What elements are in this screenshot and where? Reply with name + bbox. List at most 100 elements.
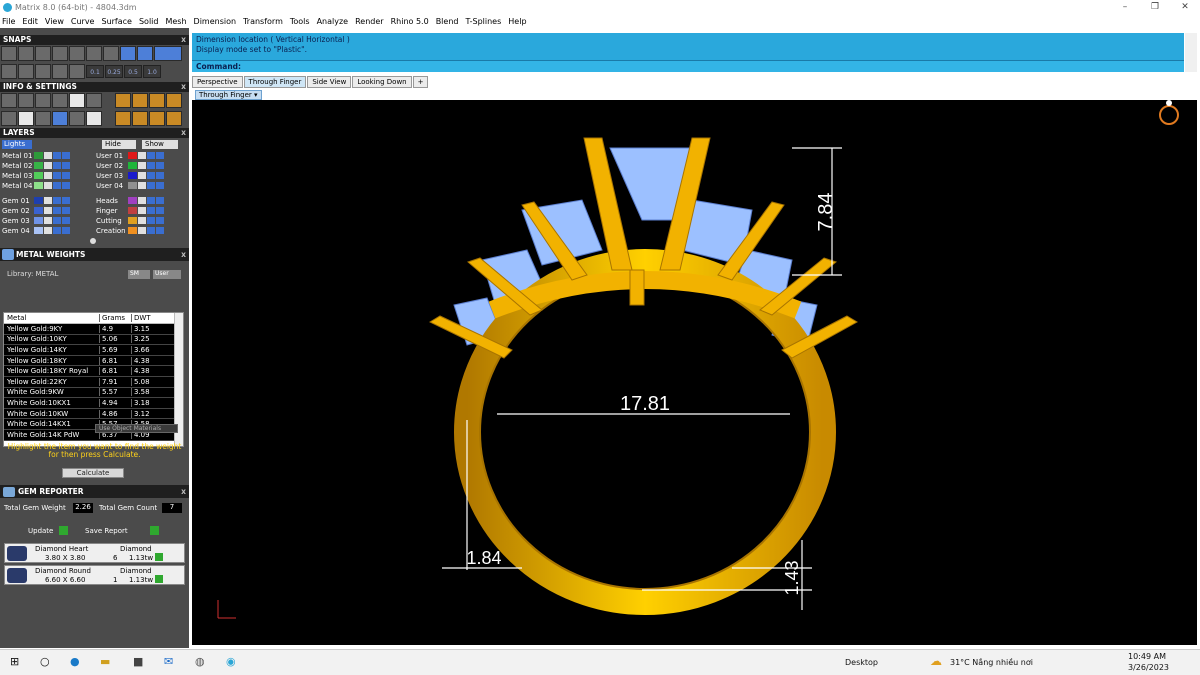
page-icon[interactable] — [52, 111, 68, 126]
snap-intersect-icon[interactable] — [103, 46, 119, 61]
layer-color-swatch[interactable] — [34, 217, 43, 224]
prong-icon[interactable] — [149, 111, 165, 126]
layer-row[interactable]: Heads — [96, 196, 165, 205]
clock-date[interactable]: 3/26/2023 — [1128, 663, 1169, 672]
snap-ortho-icon[interactable] — [154, 46, 182, 61]
layer-row[interactable]: Cutting — [96, 216, 165, 225]
table-row[interactable]: Yellow Gold:9KY 4.9 3.15 — [4, 324, 183, 335]
visible-icon[interactable] — [147, 152, 155, 159]
close-icon[interactable]: x — [181, 82, 186, 92]
visible-icon[interactable] — [53, 162, 61, 169]
visible-icon[interactable] — [147, 162, 155, 169]
layer-color-swatch[interactable] — [128, 152, 137, 159]
command-scrollbar[interactable] — [1185, 33, 1197, 72]
tab-through-finger[interactable]: Through Finger — [243, 76, 307, 88]
menu-rhino[interactable]: Rhino 5.0 — [391, 17, 429, 26]
object-icon[interactable] — [35, 111, 51, 126]
sm-toggle[interactable]: SM — [128, 270, 150, 279]
measure-icon[interactable] — [69, 111, 85, 126]
layer-color-swatch[interactable] — [128, 162, 137, 169]
panel-collapse-icon[interactable] — [90, 238, 96, 244]
layer-color-swatch[interactable] — [34, 227, 43, 234]
hide-button[interactable]: Hide — [102, 140, 136, 149]
light-icon[interactable] — [149, 93, 165, 108]
lock-icon[interactable] — [44, 207, 52, 214]
tab-perspective[interactable]: Perspective — [192, 76, 243, 88]
visible-icon[interactable] — [147, 197, 155, 204]
material-icon[interactable] — [132, 93, 148, 108]
snap-value-0[interactable]: 0.1 — [86, 65, 104, 78]
select-icon[interactable] — [62, 162, 70, 169]
select-icon[interactable] — [62, 227, 70, 234]
lock-icon[interactable] — [44, 152, 52, 159]
snap-center-icon[interactable] — [86, 46, 102, 61]
snap-value-2[interactable]: 0.5 — [124, 65, 142, 78]
visible-icon[interactable] — [147, 172, 155, 179]
menu-curve[interactable]: Curve — [71, 17, 95, 26]
select-icon[interactable] — [62, 217, 70, 224]
table-row[interactable]: White Gold:10KW 4.86 3.12 — [4, 408, 183, 420]
menu-help[interactable]: Help — [508, 17, 526, 26]
snap-value-1[interactable]: 0.25 — [105, 65, 123, 78]
viewport[interactable]: 17.81 7.84 1.84 1.43 — [192, 100, 1197, 645]
layer-row[interactable]: Metal 02 — [2, 161, 71, 170]
edit-icon[interactable] — [69, 93, 85, 108]
layer-color-swatch[interactable] — [128, 172, 137, 179]
lock-icon[interactable] — [138, 217, 146, 224]
select-icon[interactable] — [62, 207, 70, 214]
select-icon[interactable] — [156, 227, 164, 234]
layer-color-swatch[interactable] — [34, 207, 43, 214]
ring-icon[interactable] — [1159, 100, 1179, 125]
visible-icon[interactable] — [53, 182, 61, 189]
lock-icon[interactable] — [138, 152, 146, 159]
user-toggle[interactable]: User — [153, 270, 181, 279]
layer-color-swatch[interactable] — [34, 197, 43, 204]
lock-icon[interactable] — [44, 197, 52, 204]
command-input[interactable]: Command: — [192, 60, 1184, 72]
menu-view[interactable]: View — [45, 17, 64, 26]
snap-tan-icon[interactable] — [137, 46, 153, 61]
table-row[interactable]: Yellow Gold:10KY 5.06 3.25 — [4, 334, 183, 346]
visible-icon[interactable] — [53, 207, 61, 214]
desktop-label[interactable]: Desktop — [845, 658, 878, 667]
weather-text[interactable]: 31°C Nắng nhiều nơi — [950, 658, 1033, 667]
visible-icon[interactable] — [53, 152, 61, 159]
close-icon[interactable]: x — [181, 248, 186, 261]
visible-icon[interactable] — [53, 227, 61, 234]
table-row[interactable]: White Gold:10KX1 4.94 3.18 — [4, 398, 183, 409]
menu-solid[interactable]: Solid — [139, 17, 159, 26]
menu-dimension[interactable]: Dimension — [194, 17, 237, 26]
lock-icon[interactable] — [44, 217, 52, 224]
clock-time[interactable]: 10:49 AM — [1128, 652, 1166, 661]
menu-edit[interactable]: Edit — [22, 17, 38, 26]
table-row[interactable]: Yellow Gold:22KY 7.91 5.08 — [4, 376, 183, 388]
select-icon[interactable] — [156, 207, 164, 214]
layers-stack-icon[interactable] — [52, 93, 68, 108]
lock-icon[interactable] — [44, 172, 52, 179]
use-object-materials-checkbox[interactable]: Use Object Materials — [95, 424, 178, 433]
viewport-label[interactable]: Through Finger ▾ — [195, 90, 262, 100]
layer-color-swatch[interactable] — [128, 182, 137, 189]
select-icon[interactable] — [156, 217, 164, 224]
lock-icon[interactable] — [138, 207, 146, 214]
update-go-icon[interactable] — [59, 526, 68, 535]
gem-row[interactable]: Diamond Round 6.60 X 6.60 Diamond 1 1.13tw — [4, 565, 185, 585]
gem-icon[interactable] — [132, 111, 148, 126]
menu-mesh[interactable]: Mesh — [165, 17, 186, 26]
select-icon[interactable] — [156, 197, 164, 204]
table-row[interactable]: White Gold:9KW 5.57 3.58 — [4, 387, 183, 399]
layer-row[interactable]: User 02 — [96, 161, 165, 170]
visible-icon[interactable] — [147, 217, 155, 224]
matrix-icon[interactable]: ◉ — [226, 655, 236, 668]
save-report-button[interactable]: Save Report — [85, 527, 128, 535]
add-tab-button[interactable]: + — [412, 76, 429, 88]
lock-icon[interactable] — [44, 227, 52, 234]
start-icon[interactable]: ⊞ — [10, 655, 19, 668]
layer-color-swatch[interactable] — [128, 197, 137, 204]
snap-vertex-icon[interactable] — [35, 64, 51, 79]
close-icon[interactable]: x — [181, 128, 186, 138]
lock-icon[interactable] — [138, 172, 146, 179]
lock-icon[interactable] — [44, 182, 52, 189]
select-icon[interactable] — [62, 182, 70, 189]
snap-point-icon[interactable] — [52, 46, 68, 61]
